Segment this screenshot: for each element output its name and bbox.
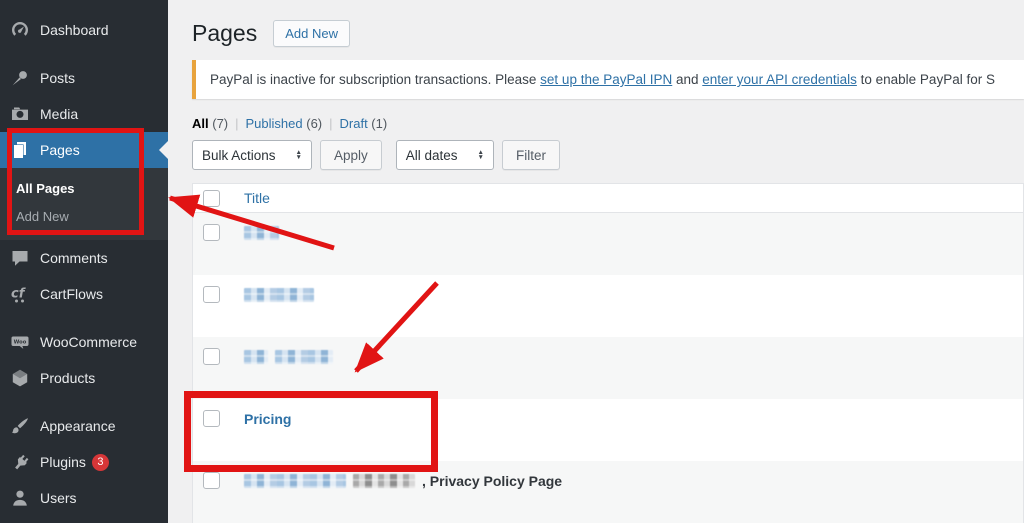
apply-button[interactable]: Apply xyxy=(319,140,382,170)
table-row xyxy=(193,337,1023,399)
row-checkbox[interactable] xyxy=(203,286,220,303)
sidebar-item-label: WooCommerce xyxy=(40,334,137,350)
submenu-item-add-new[interactable]: Add New xyxy=(0,203,168,231)
sidebar-item-comments[interactable]: Comments xyxy=(0,240,168,276)
user-icon xyxy=(10,488,30,508)
row-checkbox[interactable] xyxy=(203,472,220,489)
product-box-icon xyxy=(10,368,30,388)
sidebar-item-dashboard[interactable]: Dashboard xyxy=(0,12,168,48)
pages-table-body: Pricing , Privacy Policy Page xyxy=(193,213,1023,523)
notice-text: and xyxy=(672,72,703,87)
select-all-checkbox[interactable] xyxy=(203,189,220,207)
view-separator: | xyxy=(329,116,333,131)
table-row: , Privacy Policy Page xyxy=(193,461,1023,523)
view-published[interactable]: Published xyxy=(246,116,303,131)
update-count-badge: 3 xyxy=(91,453,109,471)
sidebar-item-label: Dashboard xyxy=(40,22,109,38)
paypal-warning-notice: PayPal is inactive for subscription tran… xyxy=(192,60,1024,99)
woocommerce-icon: Woo xyxy=(10,332,30,352)
row-checkbox[interactable] xyxy=(203,224,220,241)
pages-list-table: Title Pricing , Privacy Policy Page xyxy=(192,183,1024,523)
view-separator: | xyxy=(235,116,239,131)
notice-text: to enable PayPal for S xyxy=(856,72,995,87)
post-state-label: , Privacy Policy Page xyxy=(422,472,563,489)
paintbrush-icon xyxy=(10,416,30,436)
comment-bubble-icon xyxy=(10,248,30,268)
sidebar-item-label: Comments xyxy=(40,250,108,266)
sidebar-item-woocommerce[interactable]: Woo WooCommerce xyxy=(0,324,168,360)
submenu-item-all-pages[interactable]: All Pages xyxy=(0,175,168,203)
wordpress-admin-pages-screen: { "colors": { "accent_blue": "#2e71a6", … xyxy=(0,0,1024,523)
redacted-title xyxy=(244,225,279,240)
table-row xyxy=(193,213,1023,275)
sidebar-item-users[interactable]: Users xyxy=(0,480,168,516)
column-header-title[interactable]: Title xyxy=(244,190,270,206)
pages-submenu: All Pages Add New xyxy=(0,168,168,240)
bulk-actions-select[interactable]: Bulk Actions ▲ ▼ xyxy=(192,140,312,170)
table-row xyxy=(193,275,1023,337)
sidebar-item-cartflows[interactable]: cf CartFlows xyxy=(0,276,168,312)
dashboard-icon xyxy=(10,20,30,40)
sidebar-item-appearance[interactable]: Appearance xyxy=(0,408,168,444)
pages-icon xyxy=(10,140,30,160)
sidebar-item-label: Pages xyxy=(40,142,80,158)
media-camera-icon xyxy=(10,104,30,124)
sidebar-item-label: Posts xyxy=(40,70,76,86)
sidebar-item-label: Products xyxy=(40,370,96,386)
page-title: Pages xyxy=(192,19,258,46)
sidebar-item-pages[interactable]: Pages xyxy=(0,132,168,168)
view-count: (1) xyxy=(367,116,388,131)
table-row: Pricing xyxy=(193,399,1023,461)
sidebar-item-products[interactable]: Products xyxy=(0,360,168,396)
redacted-title xyxy=(244,287,314,302)
bulk-actions-bar: Bulk Actions ▲ ▼ Apply All dates ▲ ▼ Filte… xyxy=(192,140,1024,170)
pushpin-icon xyxy=(10,68,30,88)
notice-text: PayPal is inactive for subscription tran… xyxy=(210,72,541,87)
sidebar-item-label: CartFlows xyxy=(40,286,104,302)
redacted-title xyxy=(275,349,333,364)
sidebar-item-label: Plugins xyxy=(40,454,86,470)
redacted-title xyxy=(244,349,268,364)
content-area: Pages Add New PayPal is inactive for sub… xyxy=(168,0,1024,523)
svg-text:Woo: Woo xyxy=(14,340,27,346)
select-arrows-icon: ▲ ▼ xyxy=(295,148,302,161)
add-new-button[interactable]: Add New xyxy=(273,19,350,47)
redacted-title xyxy=(244,473,346,488)
view-filter-links: All (7) | Published (6) | Draft (1) xyxy=(192,116,1024,131)
svg-text:cf: cf xyxy=(11,287,27,302)
admin-menu: Dashboard Posts Media Pages All Pages Add New… xyxy=(0,12,168,516)
table-header: Title xyxy=(193,184,1023,213)
admin-sidebar: Dashboard Posts Media Pages All Pages Add New… xyxy=(0,0,168,523)
all-dates-value: All dates xyxy=(405,147,458,163)
sidebar-item-posts[interactable]: Posts xyxy=(0,60,168,96)
bulk-actions-value: Bulk Actions xyxy=(202,147,276,163)
view-all[interactable]: All xyxy=(192,116,209,131)
notice-link[interactable]: set up the PayPal IPN xyxy=(540,72,672,87)
select-arrows-icon: ▲ ▼ xyxy=(477,148,484,161)
page-title-link[interactable]: Pricing xyxy=(244,411,291,427)
view-count: (6) xyxy=(302,116,323,131)
all-dates-select[interactable]: All dates ▲ ▼ xyxy=(395,140,494,170)
page-header: Pages Add New xyxy=(192,16,1024,50)
plug-icon xyxy=(10,452,30,472)
sidebar-item-label: Media xyxy=(40,106,79,122)
sidebar-item-label: Appearance xyxy=(40,418,116,434)
view-count: (7) xyxy=(208,116,229,131)
sidebar-item-label: Users xyxy=(40,490,77,506)
row-checkbox[interactable] xyxy=(203,348,220,365)
cartflows-icon: cf xyxy=(10,284,30,304)
sidebar-item-plugins[interactable]: Plugins 3 xyxy=(0,444,168,480)
row-checkbox[interactable] xyxy=(203,410,220,427)
sidebar-item-media[interactable]: Media xyxy=(0,96,168,132)
filter-button[interactable]: Filter xyxy=(501,140,560,170)
notice-link[interactable]: enter your API credentials xyxy=(702,72,857,87)
redacted-title xyxy=(353,473,415,488)
view-draft[interactable]: Draft xyxy=(340,116,368,131)
